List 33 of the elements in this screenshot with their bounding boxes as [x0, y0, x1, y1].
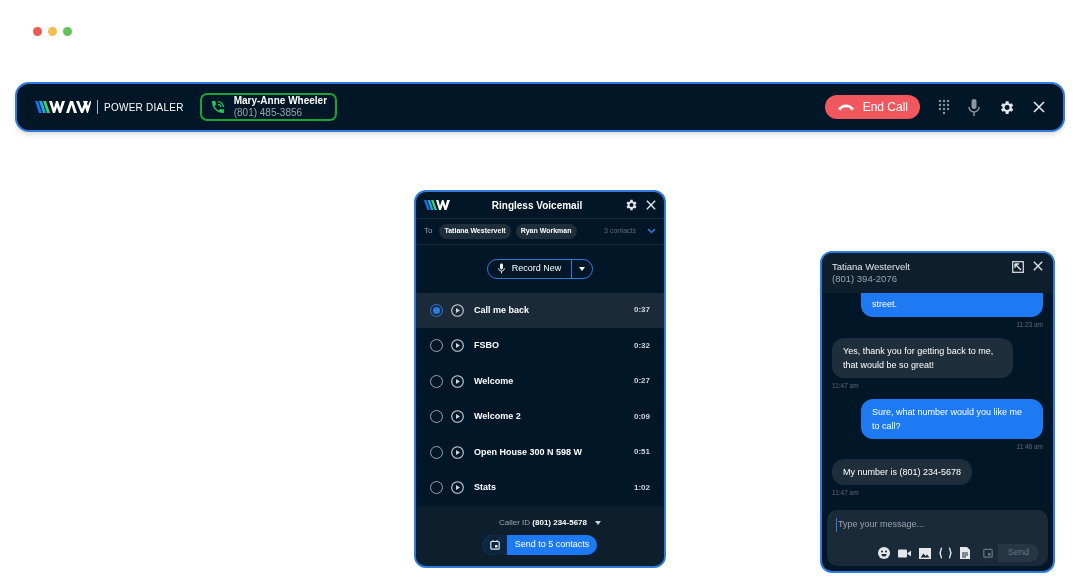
voicemail-duration: 0:27 — [634, 375, 650, 388]
voicemail-duration: 0:37 — [634, 304, 650, 317]
contact-phone: (801) 394-2076 — [832, 273, 898, 285]
message-bubble: street. — [861, 293, 1043, 317]
voicemail-duration: 0:51 — [634, 446, 650, 459]
voicemail-duration: 0:32 — [634, 339, 650, 352]
message-bubble: Yes, thank you for getting back to me, that would be so great! — [832, 337, 1013, 378]
voicemail-duration: 0:09 — [634, 410, 650, 423]
send-button[interactable]: Send to 5 contacts — [506, 534, 598, 555]
message-bubble: My number is (801) 234-5678 — [832, 459, 973, 486]
panel-title: Ringless Voicemail — [490, 198, 584, 213]
voicemail-name: Welcome 2 — [474, 410, 521, 424]
contact-phone: (801) 485-3856 — [233, 107, 304, 119]
voicemail-name: Open House 300 N 598 W — [474, 445, 583, 459]
voicemail-row[interactable]: Open House 300 N 598 W 0:51 — [416, 434, 664, 471]
contact-name: Tatiana Westervelt — [832, 261, 910, 273]
voicemail-row[interactable]: Stats 1:02 — [416, 470, 664, 506]
voicemail-row[interactable]: Call me back 0:37 — [416, 292, 664, 329]
contact-name: Mary-Anne Wheeler — [233, 95, 328, 107]
to-label: To — [424, 225, 433, 238]
voicemail-name: FSBO — [474, 339, 499, 353]
voicemail-duration: 1:02 — [634, 481, 650, 494]
brand-label: POWER DIALER — [104, 100, 184, 115]
voicemail-name: Call me back — [474, 303, 530, 317]
voicemail-row[interactable]: FSBO 0:32 — [416, 328, 664, 364]
caller-id: Caller ID (801) 234-5678 — [498, 516, 588, 529]
voicemail-row[interactable]: Welcome 2 0:09 — [416, 399, 664, 435]
voicemail-name: Welcome — [474, 374, 514, 388]
message-bubble: Sure, what number would you like me to call? — [861, 398, 1043, 439]
voicemail-name: Stats — [474, 481, 496, 495]
message-input[interactable]: Type your message... — [836, 518, 1039, 532]
record-new-button[interactable]: Record New — [487, 259, 573, 278]
voicemail-row[interactable]: Welcome 0:27 — [416, 363, 664, 400]
